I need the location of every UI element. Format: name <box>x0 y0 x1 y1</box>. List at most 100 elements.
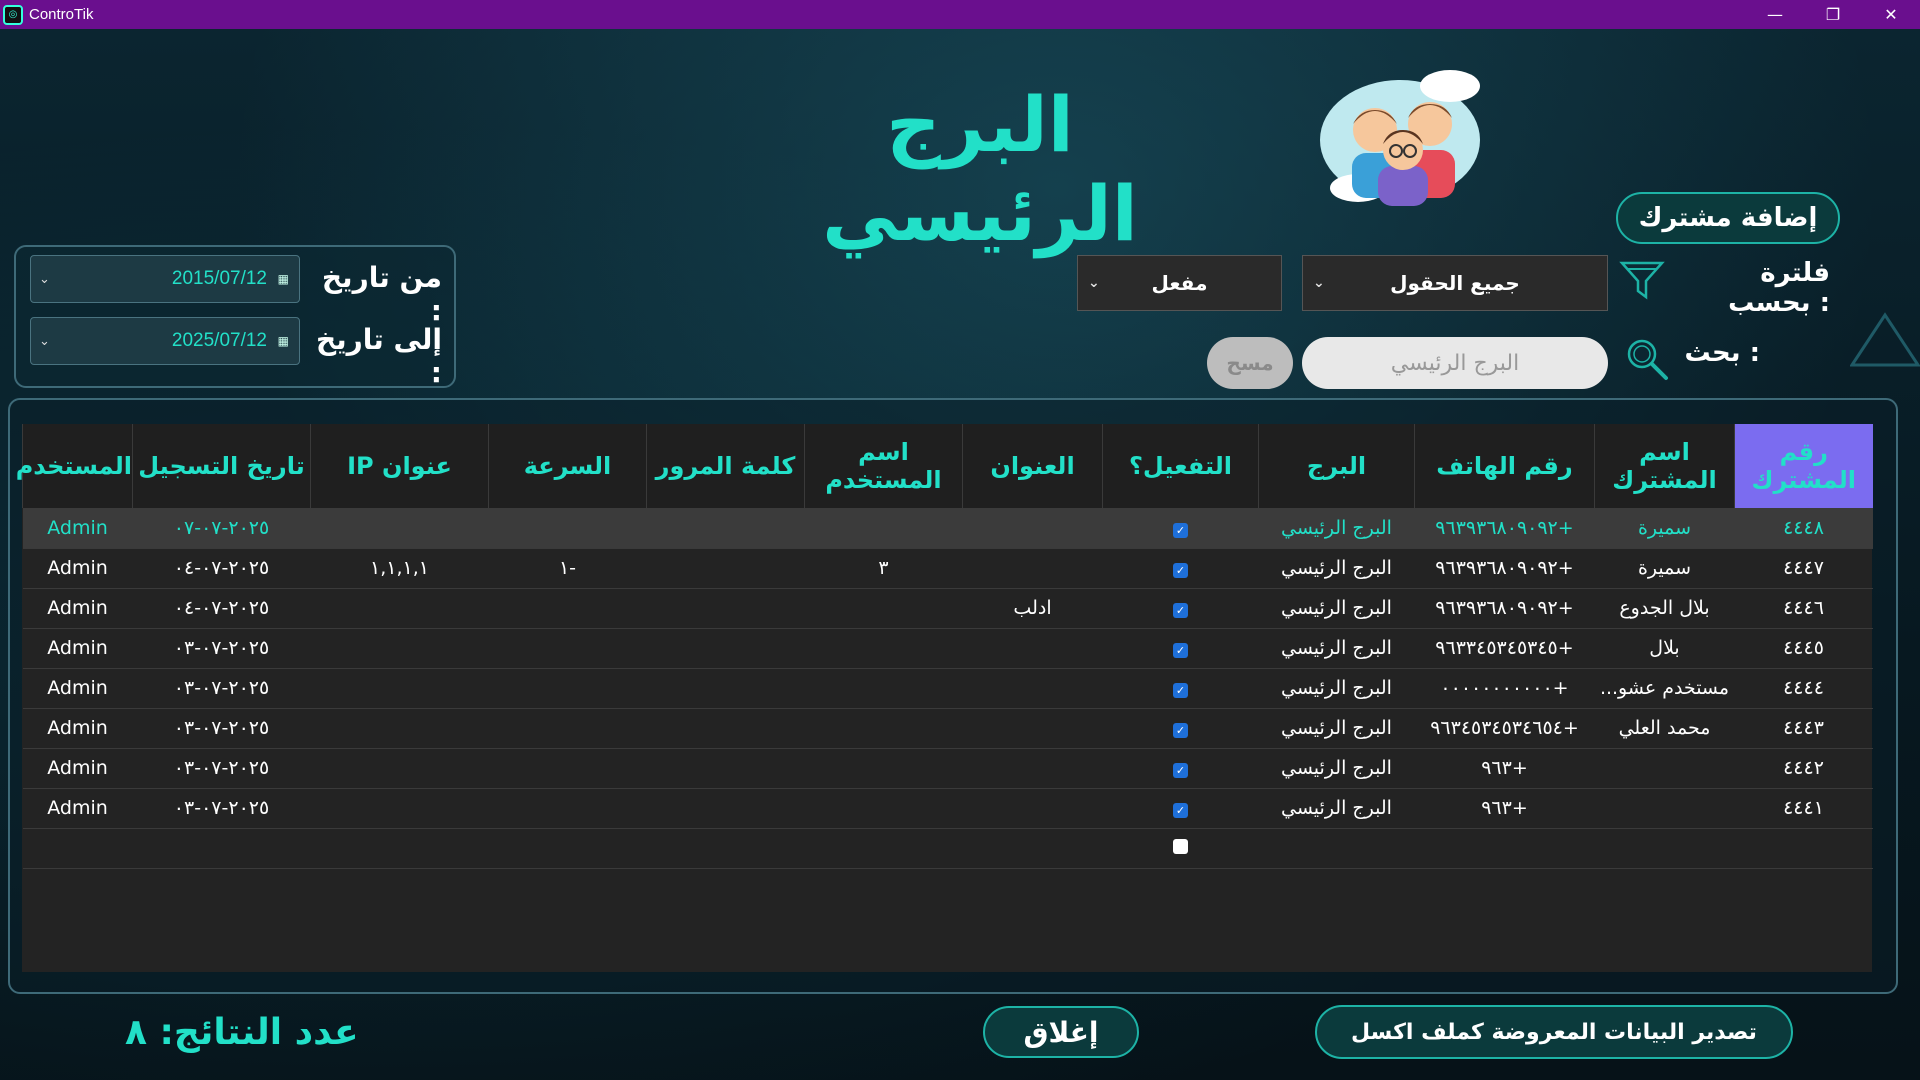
close-window-button[interactable]: ✕ <box>1862 0 1920 29</box>
cell-tower: البرج الرئيسي <box>1258 668 1415 709</box>
cell-tower: البرج الرئيسي <box>1258 628 1415 669</box>
col-header-active[interactable]: التفعيل؟ <box>1102 424 1259 508</box>
col-header-id[interactable]: رقم المشترك <box>1734 424 1873 508</box>
cell-password <box>646 828 805 869</box>
filter-status-select[interactable]: ⌄ مفعل <box>1077 255 1282 311</box>
col-header-username[interactable]: اسم المستخدم <box>804 424 963 508</box>
table-row[interactable]: ٤٤٤٤ مستخدم عشو... +٠٠٠٠٠٠٠٠٠٠٠ البرج الرئي… <box>22 668 1873 709</box>
active-checkbox[interactable]: ✓ <box>1173 803 1188 818</box>
cell-username <box>804 748 963 789</box>
magnifier-icon <box>1627 339 1668 380</box>
cell-username <box>804 588 963 629</box>
cell-active[interactable]: ✓ <box>1102 628 1259 669</box>
table-row[interactable]: ٤٤٤٢ +٩٦٣ البرج الرئيسي ✓ ٢٠٢٥-٠٧-٠٣ Admin <box>22 748 1873 789</box>
cell-address <box>962 708 1103 749</box>
active-checkbox[interactable]: ✓ <box>1173 603 1188 618</box>
cell-active[interactable]: ✓ <box>1102 748 1259 789</box>
cell-user: Admin <box>22 548 133 589</box>
cell-password <box>646 668 805 709</box>
cell-phone: +٩٦٣٩٣٦٨٠٩٠٩٢ <box>1414 508 1595 549</box>
cell-active[interactable]: ✓ <box>1102 788 1259 829</box>
active-checkbox[interactable]: ✓ <box>1173 522 1188 538</box>
cell-user: Admin <box>22 668 133 709</box>
col-header-name[interactable]: اسم المشترك <box>1594 424 1735 508</box>
cell-speed <box>488 788 647 829</box>
cell-address <box>962 508 1103 549</box>
col-header-speed[interactable]: السرعة <box>488 424 647 508</box>
cell-date: ٢٠٢٥-٠٧-٠٣ <box>132 668 311 709</box>
cell-username <box>804 668 963 709</box>
cell-active[interactable]: ✓ <box>1102 668 1259 709</box>
cell-address <box>962 668 1103 709</box>
active-checkbox[interactable]: ✓ <box>1173 563 1188 578</box>
to-date-value: 2025/07/12 <box>171 330 267 351</box>
table-row[interactable]: ٤٤٤٥ بلال +٩٦٣٣٤٥٣٤٥٣٤٥ البرج الرئيسي ✓ ٢٠٢٥-… <box>22 628 1873 669</box>
cell-user: Admin <box>22 708 133 749</box>
cell-tower: البرج الرئيسي <box>1258 508 1415 549</box>
active-checkbox[interactable]: ✓ <box>1173 723 1188 738</box>
chevron-down-icon: ⌄ <box>1313 275 1325 291</box>
filter-field-select[interactable]: ⌄ جميع الحقول <box>1302 255 1608 311</box>
cell-active[interactable]: ✓ <box>1102 508 1259 549</box>
cell-active[interactable] <box>1102 828 1259 869</box>
cell-username <box>804 828 963 869</box>
table-row[interactable] <box>22 828 1873 869</box>
col-header-phone[interactable]: رقم الهاتف <box>1414 424 1595 508</box>
cell-id: ٤٤٤٨ <box>1734 508 1873 549</box>
funnel-icon <box>1619 261 1665 300</box>
table-row[interactable]: ٤٤٤٨ سميرة +٩٦٣٩٣٦٨٠٩٠٩٢ البرج الرئيسي ✓ ٢٠٢٥… <box>22 508 1873 549</box>
search-input[interactable] <box>1302 337 1608 389</box>
cell-name: مستخدم عشو... <box>1594 668 1735 709</box>
restore-button[interactable]: ❐ <box>1804 0 1862 29</box>
active-checkbox[interactable]: ✓ <box>1173 643 1188 658</box>
cell-user: Admin <box>22 508 133 549</box>
cell-name: بلال الجدوع <box>1594 588 1735 629</box>
window-title: ControTik <box>29 6 94 23</box>
calendar-icon: ▦ <box>277 272 289 286</box>
col-header-tower[interactable]: البرج <box>1258 424 1415 508</box>
cell-id: ٤٤٤٤ <box>1734 668 1873 709</box>
cell-ip: ١,١,١,١ <box>310 548 489 589</box>
add-subscriber-button[interactable]: إضافة مشترك <box>1616 192 1840 244</box>
cell-speed <box>488 748 647 789</box>
chevron-down-icon: ⌄ <box>1088 275 1100 291</box>
table-row[interactable]: ٤٤٤١ +٩٦٣ البرج الرئيسي ✓ ٢٠٢٥-٠٧-٠٣ Admin <box>22 788 1873 829</box>
from-date-picker[interactable]: ⌄ 2015/07/12 ▦ <box>30 255 300 303</box>
cell-username <box>804 708 963 749</box>
cell-ip <box>310 668 489 709</box>
cell-date: ٢٠٢٥-٠٧-٠٣ <box>132 748 311 789</box>
close-button[interactable]: إغلاق <box>983 1006 1139 1058</box>
active-checkbox[interactable] <box>1173 839 1188 854</box>
clear-search-button[interactable]: مسح <box>1207 337 1293 389</box>
cell-speed <box>488 668 647 709</box>
to-date-picker[interactable]: ⌄ 2025/07/12 ▦ <box>30 317 300 365</box>
table-row[interactable]: ٤٤٤٣ محمد العلي +٩٦٣٤٥٣٤٥٣٤٦٥٤ البرج الرئيس… <box>22 708 1873 749</box>
col-header-date[interactable]: تاريخ التسجيل <box>132 424 311 508</box>
minimize-button[interactable]: — <box>1746 0 1804 29</box>
table-row[interactable]: ٤٤٤٦ بلال الجدوع +٩٦٣٩٣٦٨٠٩٠٩٢ البرج الرئيس… <box>22 588 1873 629</box>
col-header-user[interactable]: المستخدم <box>16 424 133 508</box>
cell-name <box>1594 748 1735 789</box>
table-row[interactable]: ٤٤٤٧ سميرة +٩٦٣٩٣٦٨٠٩٠٩٢ البرج الرئيسي ✓ ٣ -١ ١… <box>22 548 1873 589</box>
cell-name: سميرة <box>1594 508 1735 549</box>
active-checkbox[interactable]: ✓ <box>1173 763 1188 778</box>
export-excel-button[interactable]: تصدير البيانات المعروضة كملف اكسل <box>1315 1005 1793 1059</box>
chevron-down-icon: ⌄ <box>39 333 50 349</box>
active-checkbox[interactable]: ✓ <box>1173 683 1188 698</box>
cell-active[interactable]: ✓ <box>1102 548 1259 589</box>
cell-tower: البرج الرئيسي <box>1258 788 1415 829</box>
cell-username <box>804 508 963 549</box>
col-header-ip[interactable]: عنوان IP <box>310 424 489 508</box>
col-header-address[interactable]: العنوان <box>962 424 1103 508</box>
app-logo-icon: ◎ <box>3 4 23 25</box>
cell-username <box>804 628 963 669</box>
col-header-password[interactable]: كلمة المرور <box>646 424 805 508</box>
cell-id: ٤٤٤٦ <box>1734 588 1873 629</box>
cell-ip <box>310 588 489 629</box>
cell-speed: -١ <box>488 548 647 589</box>
to-date-label: إلى تاريخ : <box>315 323 442 389</box>
cell-active[interactable]: ✓ <box>1102 588 1259 629</box>
cell-address <box>962 788 1103 829</box>
subscribers-table[interactable]: رقم المشترك اسم المشترك رقم الهاتف البرج… <box>16 424 1873 972</box>
cell-active[interactable]: ✓ <box>1102 708 1259 749</box>
